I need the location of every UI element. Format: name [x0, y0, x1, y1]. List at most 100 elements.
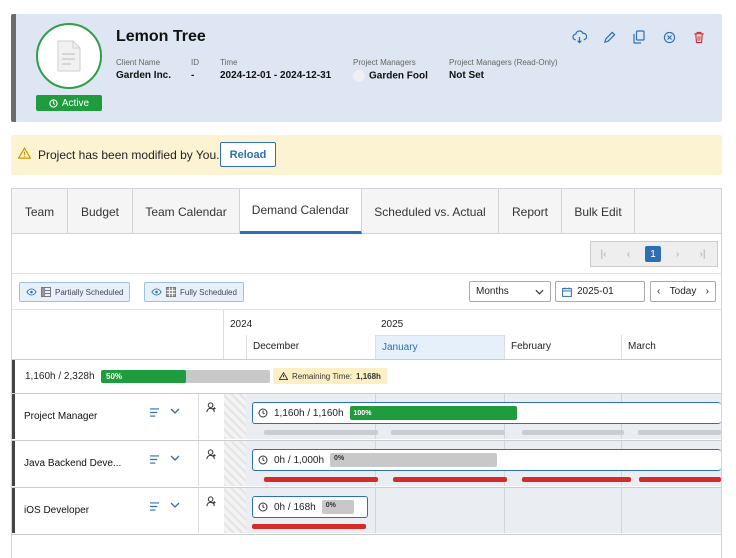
allocation-progress-fill: 100% [349, 406, 517, 420]
tab-demand-calendar[interactable]: Demand Calendar [240, 189, 362, 234]
role-name: Project Manager [24, 411, 98, 422]
partial-grid-icon [41, 287, 51, 297]
pm-readonly-value: Not Set [449, 70, 484, 81]
modified-banner: Project has been modified by You. Reload [11, 135, 722, 175]
view-mode-value: Months [476, 286, 509, 297]
remaining-value: 1,168h [356, 371, 381, 381]
allocation-bar[interactable]: 1,160h / 1,160h 100% [252, 402, 721, 424]
status-badge: Active [36, 95, 102, 111]
client-value: Garden Inc. [116, 70, 172, 81]
list-icon[interactable] [149, 502, 160, 511]
document-icon [57, 40, 81, 72]
row-timeline: 1,160h / 1,160h 100% [246, 394, 721, 439]
clock-icon [49, 98, 58, 108]
calendar-icon [562, 287, 572, 297]
list-icon[interactable] [149, 455, 160, 464]
copy-icon[interactable] [624, 28, 654, 46]
eye-icon [26, 288, 37, 296]
prev-page-icon[interactable]: ‹ [616, 242, 641, 266]
unscheduled-indicator [522, 477, 631, 482]
allocation-progress: 0% [330, 453, 498, 467]
today-button[interactable]: Today [670, 286, 697, 297]
allocation-progress: 100% [349, 406, 517, 420]
chevron-down-icon[interactable] [170, 502, 180, 509]
page-number[interactable]: 1 [645, 246, 661, 262]
next-period-icon[interactable]: › [706, 286, 709, 297]
tab-report[interactable]: Report [499, 189, 562, 234]
list-icon[interactable] [149, 408, 160, 417]
fully-scheduled-label: Fully Scheduled [180, 287, 237, 297]
next-page-icon[interactable]: › [665, 242, 690, 266]
client-label: Client Name [116, 58, 161, 67]
month-february: February [504, 335, 621, 359]
tab-team-calendar[interactable]: Team Calendar [133, 189, 240, 234]
time-value: 2024-12-01 - 2024-12-31 [220, 70, 332, 81]
tab-panel: Team Budget Team Calendar Demand Calenda… [11, 188, 722, 558]
toolbar-divider [12, 273, 721, 274]
time-label: Time [220, 58, 238, 67]
allocation-percent: 0% [334, 455, 345, 462]
year-2025: 2025 [381, 319, 404, 330]
last-page-icon[interactable]: ›| [690, 242, 715, 266]
row-actions [149, 502, 180, 511]
past-period [224, 441, 246, 486]
chevron-down-icon [535, 289, 544, 295]
schedule-indicator [638, 430, 721, 435]
chevron-down-icon[interactable] [170, 455, 180, 462]
cloud-sync-icon[interactable] [564, 28, 594, 46]
pm-value: Garden Fool [353, 70, 428, 82]
pm-label: Project Managers [353, 58, 416, 67]
row-header: Project Manager [12, 394, 198, 439]
prev-period-icon[interactable]: ‹ [657, 286, 660, 297]
allocation-bar[interactable]: 0h / 1,000h 0% [252, 449, 721, 471]
cancel-icon[interactable] [654, 28, 684, 46]
unscheduled-indicator [393, 477, 507, 482]
tab-team[interactable]: Team [12, 189, 68, 234]
fully-scheduled-filter[interactable]: Fully Scheduled [144, 282, 244, 302]
cell-divider [504, 488, 505, 533]
allocation-percent: 0% [325, 502, 336, 509]
today-navigator: ‹ Today › [650, 281, 716, 302]
unscheduled-indicator [264, 477, 378, 482]
assign-person-icon[interactable] [198, 394, 224, 439]
row-timeline: 0h / 168h 0% [246, 488, 721, 533]
partially-scheduled-filter[interactable]: Partially Scheduled [19, 282, 131, 302]
reload-button[interactable]: Reload [220, 142, 276, 167]
eye-icon [151, 288, 162, 296]
allocation-progress: 0% [321, 500, 354, 514]
project-header: Active Lemon Tree Client Name Garden Inc… [11, 14, 722, 122]
pm-readonly-label: Project Managers (Read-Only) [449, 58, 558, 67]
project-title: Lemon Tree [116, 28, 206, 45]
delete-icon[interactable] [684, 28, 714, 46]
tab-bulk-edit[interactable]: Bulk Edit [562, 189, 635, 234]
row-header: iOS Developer [12, 488, 198, 533]
month-january: January [375, 335, 504, 359]
row-actions [149, 408, 180, 417]
edit-icon[interactable] [594, 28, 624, 46]
role-name: Java Backend Deve... [24, 458, 122, 469]
assign-person-icon[interactable] [198, 441, 224, 486]
status-label: Active [61, 97, 90, 109]
row-actions [149, 455, 180, 464]
tab-bar: Team Budget Team Calendar Demand Calenda… [12, 189, 721, 234]
past-period [224, 394, 246, 439]
summary-percent: 50% [106, 372, 123, 381]
remaining-time-badge: Remaining Time: 1,168h [273, 368, 387, 384]
remaining-label: Remaining Time: [292, 371, 353, 381]
date-value: 2025-01 [577, 286, 614, 297]
allocation-percent: 100% [353, 409, 372, 417]
assign-person-icon[interactable] [198, 488, 224, 533]
banner-message: Project has been modified by You. [38, 148, 220, 162]
tab-scheduled-vs-actual[interactable]: Scheduled vs. Actual [362, 189, 499, 234]
demand-row: iOS Developer 0h / 168h 0% [12, 487, 721, 533]
allocation-bar[interactable]: 0h / 168h 0% [252, 496, 368, 518]
date-picker[interactable]: 2025-01 [555, 281, 645, 302]
clock-icon [258, 408, 268, 418]
first-page-icon[interactable]: |‹ [591, 242, 616, 266]
unscheduled-indicator [252, 524, 366, 529]
chevron-down-icon[interactable] [170, 408, 180, 415]
partially-scheduled-label: Partially Scheduled [55, 287, 124, 297]
tab-budget[interactable]: Budget [68, 189, 133, 234]
year-2024: 2024 [230, 319, 253, 330]
view-mode-select[interactable]: Months [469, 281, 551, 302]
